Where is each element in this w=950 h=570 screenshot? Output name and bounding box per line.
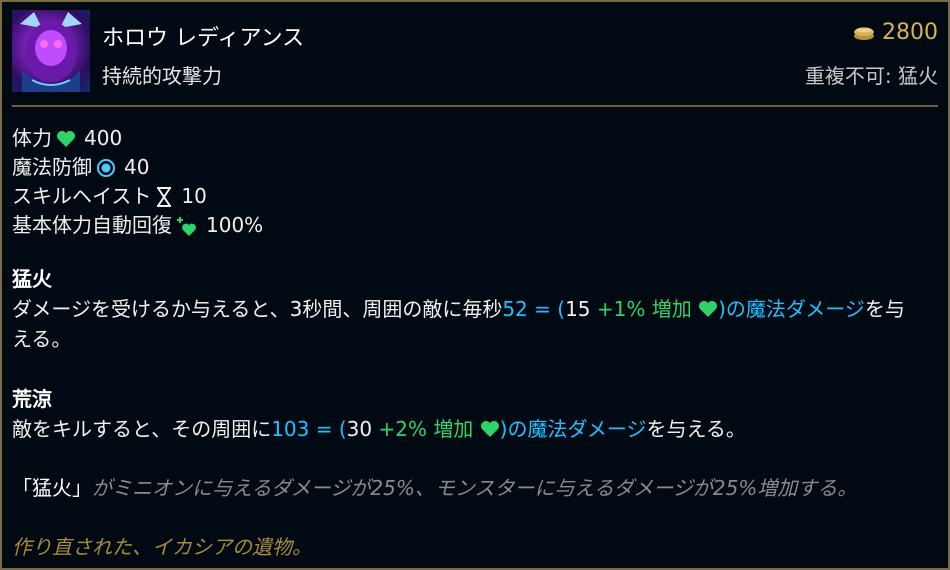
bonus-health-ratio: +1% 増加 — [596, 297, 692, 321]
base-damage: 30 — [346, 417, 373, 441]
gold-coins-icon — [852, 25, 876, 41]
stat-health: 体力 400 — [12, 124, 263, 153]
hourglass-icon — [155, 186, 173, 207]
magic-damage-text: 52 = ( — [502, 297, 566, 321]
magic-damage-text: 103 = ( — [271, 417, 347, 441]
desc-text: を与える。 — [646, 417, 746, 441]
passive-note-text: がミニオンに与えるダメージが25%、モンスターに与えるダメージが25%増加する。 — [92, 476, 858, 500]
item-name: ホロウ レディアンス — [102, 26, 305, 51]
lore-text: 作り直された、イカシアの遺物。 — [12, 535, 312, 559]
header-divider — [12, 105, 938, 107]
stat-value: 100% — [206, 213, 264, 237]
magic-damage-text: )の魔法ダメージ — [499, 417, 647, 441]
stat-value: 10 — [181, 184, 207, 208]
stat-ability-haste: スキルヘイスト 10 — [12, 182, 263, 211]
stat-label: 体力 — [12, 126, 52, 150]
item-header: ホロウ レディアンス 持続的攻撃力 2800 重複不可: 猛火 — [12, 10, 938, 94]
base-damage: 15 — [565, 297, 591, 321]
stat-value: 400 — [84, 126, 123, 150]
magic-resist-icon — [96, 158, 116, 178]
heart-icon — [480, 420, 500, 438]
desc-text: を与 — [864, 297, 905, 321]
stat-value: 40 — [124, 155, 150, 179]
unique-label: 重複不可: 猛火 — [804, 64, 938, 88]
passive-description: ダメージを受けるか与えると、3秒間、周囲の敵に毎秒52 = (15 +1% 増加… — [12, 294, 938, 354]
passive-note: 「猛火」がミニオンに与えるダメージが25%、モンスターに与えるダメージが25%増… — [12, 472, 857, 501]
passive-title: 荒涼 — [12, 387, 52, 411]
desc-text: える。 — [12, 327, 72, 351]
item-tooltip: ホロウ レディアンス 持続的攻撃力 2800 重複不可: 猛火 体力 400 魔… — [0, 0, 950, 570]
stat-label: 魔法防御 — [12, 155, 92, 179]
passive-note-quote: 「猛火」 — [12, 476, 92, 500]
passive-immolate: 猛火 ダメージを受けるか与えると、3秒間、周囲の敵に毎秒52 = (15 +1%… — [12, 264, 938, 354]
gold-amount: 2800 — [882, 20, 938, 45]
magic-damage-text: )の魔法ダメージ — [718, 297, 865, 321]
stat-magic-resist: 魔法防御 40 — [12, 153, 263, 182]
item-portrait-icon — [12, 10, 90, 92]
heart-icon — [698, 300, 718, 318]
passive-description: 敵をキルすると、その周囲に103 = (30 +2% 増加 )の魔法ダメージを与… — [12, 414, 938, 444]
item-subtitle: 持続的攻撃力 — [102, 64, 222, 88]
heart-icon — [56, 130, 76, 148]
passive-desolate: 荒涼 敵をキルすると、その周囲に103 = (30 +2% 増加 )の魔法ダメー… — [12, 384, 938, 444]
stat-label: 基本体力自動回復 — [12, 213, 172, 237]
desc-text: ダメージを受けるか与えると、3秒間、周囲の敵に毎秒 — [12, 297, 503, 321]
desc-text: 敵をキルすると、その周囲に — [12, 417, 272, 441]
stat-health-regen: 基本体力自動回復 100% — [12, 211, 263, 240]
health-regen-icon — [176, 215, 198, 237]
stat-list: 体力 400 魔法防御 40 スキルヘイスト 10 基本体力自動回復 100% — [12, 124, 263, 240]
bonus-health-ratio: +2% 増加 — [378, 417, 474, 441]
stat-label: スキルヘイスト — [12, 184, 152, 208]
passive-title: 猛火 — [12, 267, 52, 291]
item-cost: 2800 — [852, 20, 938, 45]
